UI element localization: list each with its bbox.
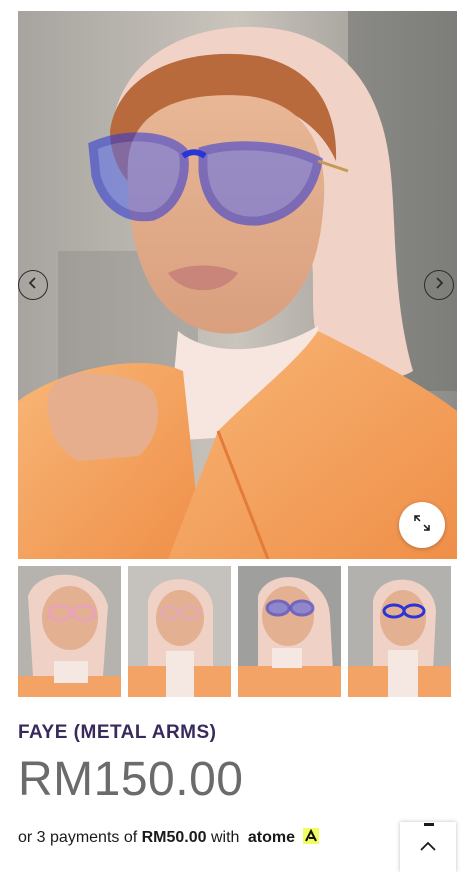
scroll-top-bar <box>424 823 434 826</box>
thumbnail-strip <box>18 566 457 697</box>
installment-prefix: or 3 payments of <box>18 829 138 846</box>
atome-logo-icon <box>303 828 320 844</box>
chevron-up-icon <box>420 838 436 856</box>
atome-logo-text: atome <box>247 829 296 846</box>
thumbnail-1[interactable] <box>18 566 121 697</box>
product-main-image[interactable] <box>18 11 457 559</box>
product-price: RM150.00 <box>18 753 244 806</box>
product-photo <box>18 11 457 559</box>
installment-mid: with <box>211 829 240 846</box>
prev-image-button[interactable] <box>18 270 48 300</box>
next-image-button[interactable] <box>424 270 454 300</box>
chevron-left-icon <box>27 276 39 294</box>
thumbnail-2[interactable] <box>128 566 231 697</box>
expand-icon <box>414 514 430 536</box>
installment-amount: RM50.00 <box>141 829 207 846</box>
installment-info: or 3 payments of RM50.00 with atome <box>18 828 320 847</box>
thumbnail-4[interactable] <box>348 566 451 697</box>
scroll-to-top-button[interactable] <box>400 822 456 872</box>
zoom-image-button[interactable] <box>399 502 445 548</box>
chevron-right-icon <box>433 276 445 294</box>
product-title: FAYE (METAL ARMS) <box>18 722 217 743</box>
thumbnail-3[interactable] <box>238 566 341 697</box>
